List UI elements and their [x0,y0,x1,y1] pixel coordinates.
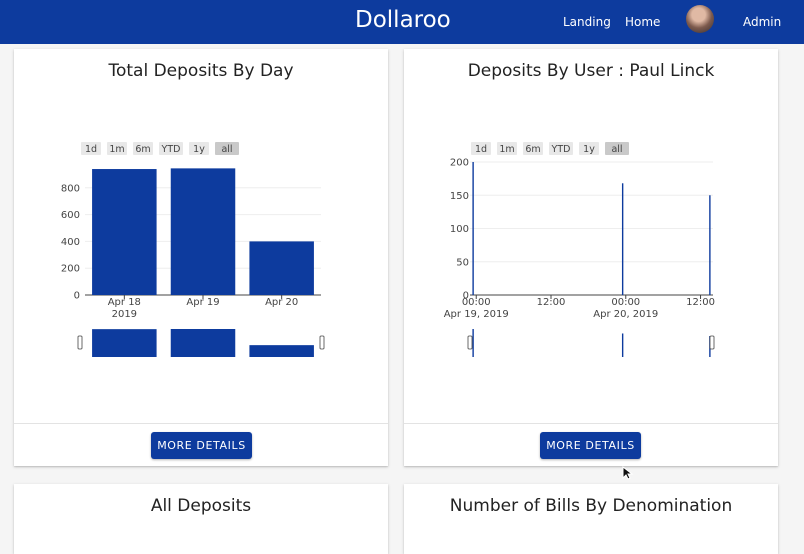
x-tick-label: Apr 19 [186,297,219,308]
range-button-label: YTD [551,144,571,155]
card-all-deposits: All Deposits [14,484,388,554]
y-tick-label: 100 [450,224,469,235]
range-button-label: 1y [193,144,205,155]
range-button-label: 1y [583,144,595,155]
x-tick-label: Apr 20 [265,297,298,308]
y-tick-label: 200 [61,264,80,275]
x-tick-label: 12:00 [537,297,566,308]
range-slider-bar [621,333,624,357]
bar [170,168,236,295]
range-button-label: 1m [109,144,124,155]
y-tick-label: 400 [61,237,80,248]
range-slider-handle[interactable] [709,335,715,350]
x-tick-label: Apr 18 [108,297,141,308]
more-details-button[interactable]: MORE DETAILS [540,432,641,459]
range-button-label: 1d [475,144,487,155]
range-button-label: 6m [525,144,540,155]
range-button-label: 6m [135,144,150,155]
x-tick-sublabel: 2019 [112,309,137,320]
brand-title: Dollaroo [355,7,451,33]
app-bar: Dollaroo Landing Home Admin [0,0,804,44]
user-avatar[interactable] [686,5,714,33]
mouse-pointer-icon [622,466,634,480]
range-slider-bar [92,329,157,357]
x-tick-label: 12:00 [686,297,715,308]
range-slider-handle[interactable] [77,335,83,350]
bar [249,241,314,295]
nav-landing[interactable]: Landing [563,15,611,29]
deposits-by-user-chart: 1d 1m 6m YTD 1y all05010015020000:00Apr 19, 2… [444,142,715,357]
range-button-label: all [611,144,622,155]
y-tick-label: 0 [74,291,80,302]
range-button-label: 1d [85,144,97,155]
card-total-deposits: Total Deposits By Day 1d 1m 6m YTD 1y all 0 200… [14,49,388,466]
card-divider [404,423,778,424]
nav-home[interactable]: Home [625,15,660,29]
x-tick-sublabel: Apr 20, 2019 [593,309,658,320]
card-title: Number of Bills By Denomination [449,496,733,516]
deposits-by-day-chart: 1d 1m 6m YTD 1y all 0 200 400 600 800 Apr 182019 Apr… [61,142,325,357]
x-tick-sublabel: Apr 19, 2019 [444,309,509,320]
range-slider-bar [170,329,236,357]
y-tick-label: 600 [61,210,80,221]
y-tick-label: 50 [456,257,469,268]
bar [472,162,474,295]
range-slider-bar [472,329,474,357]
x-tick-label: 00:00 [611,297,640,308]
range-slider-handle[interactable] [319,335,325,350]
range-button-label: all [221,144,232,155]
more-details-button[interactable]: MORE DETAILS [151,432,252,459]
bar [621,183,624,295]
card-title: All Deposits [150,496,252,516]
nav-admin[interactable]: Admin [743,15,781,29]
range-button-label: 1m [499,144,514,155]
x-tick-label: 00:00 [462,297,491,308]
bar [709,195,711,295]
range-button-label: YTD [161,144,181,155]
card-divider [14,423,388,424]
bar [92,169,157,295]
card-deposits-by-user: Deposits By User : Paul Linck 1d 1m 6m YTD 1… [404,49,778,466]
y-tick-label: 150 [450,191,469,202]
card-bills-by-denomination: Number of Bills By Denomination [404,484,778,554]
range-slider-bar [249,345,314,357]
y-tick-label: 800 [61,183,80,194]
y-tick-label: 200 [450,158,469,169]
range-slider-handle[interactable] [467,335,473,350]
